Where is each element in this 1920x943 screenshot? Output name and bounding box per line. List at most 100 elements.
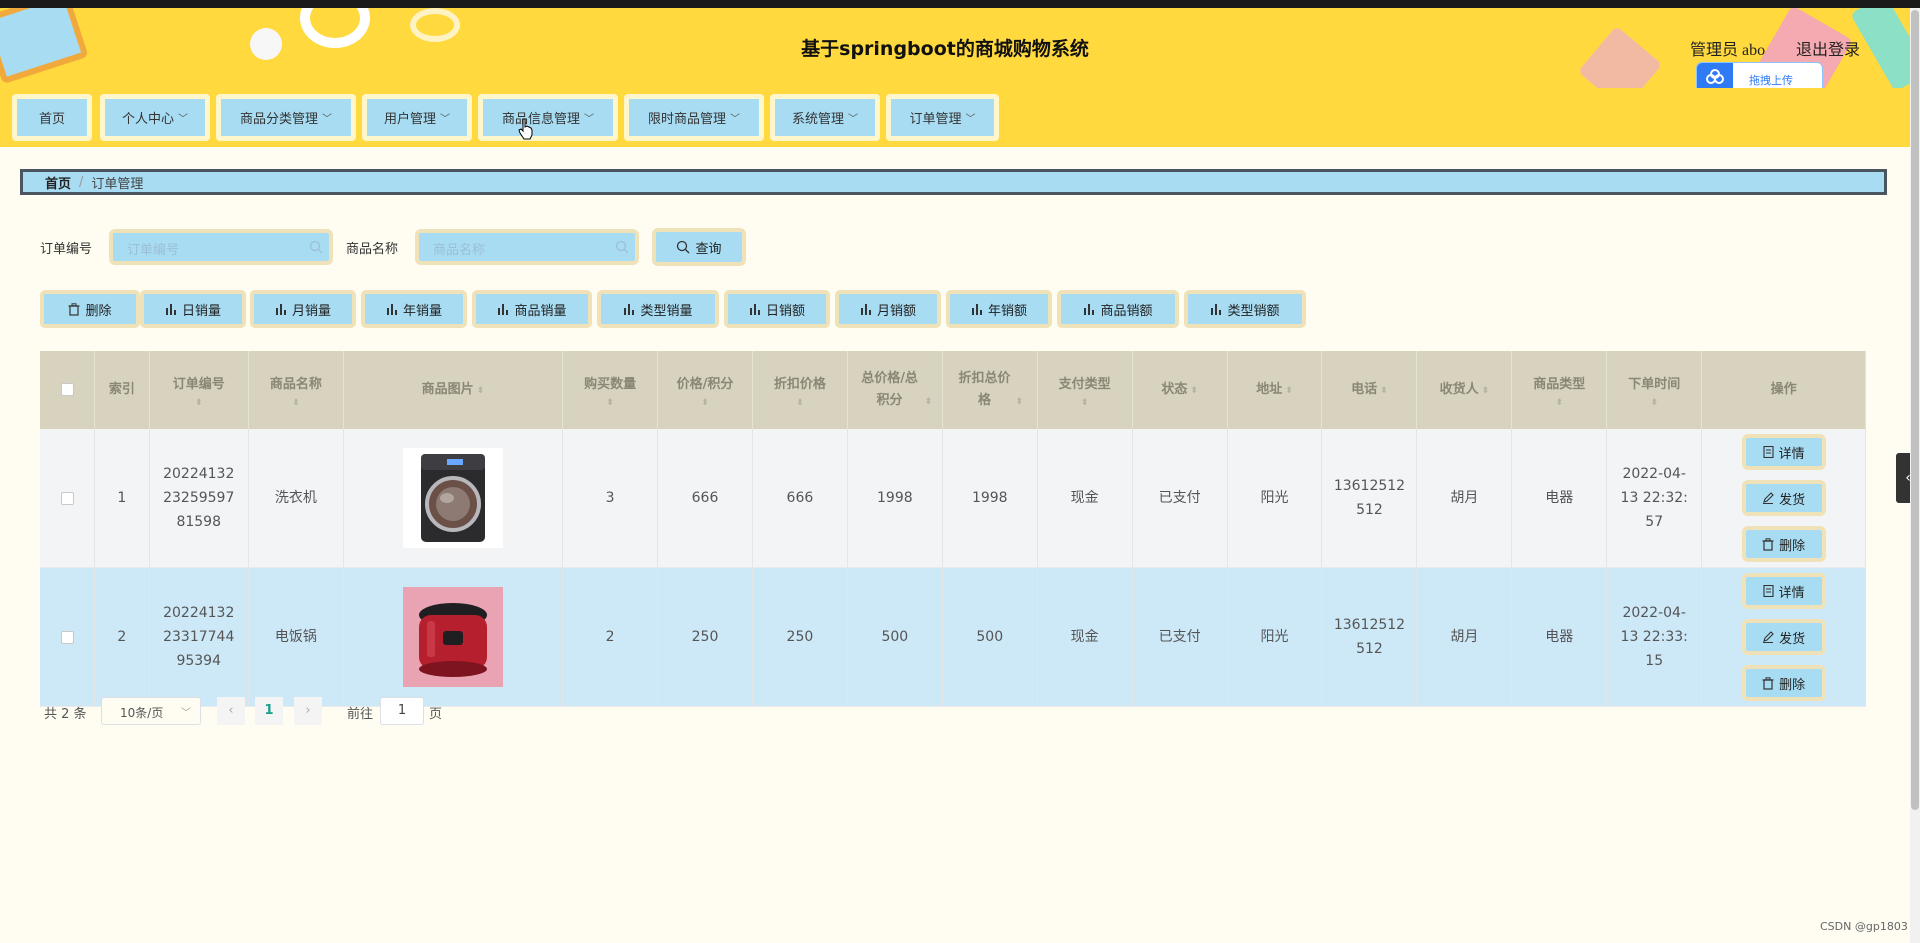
sort-icon[interactable]: ⬍ (563, 398, 657, 408)
cell-time: 2022-04- 13 22:32: 57 (1606, 429, 1703, 568)
time-line: 15 (1645, 653, 1664, 669)
col-discount-total[interactable]: 折扣总价格 ⬍ (942, 351, 1038, 429)
product-name-input[interactable]: 商品名称 (415, 229, 639, 265)
col-address[interactable]: 地址 ⬍ (1227, 351, 1323, 429)
sort-icon[interactable]: ⬍ (150, 398, 248, 408)
col-total[interactable]: 总价格/总积分 ⬍ (847, 351, 943, 429)
page-number[interactable]: 1 (255, 697, 283, 725)
nav-system-management[interactable]: 系统管理 ﹀ (770, 94, 880, 141)
order-no-placeholder: 订单编号 (127, 243, 180, 258)
header-banner: 基于springboot的商城购物系统 管理员 abo 退出登录 拖拽上传 (0, 8, 1910, 88)
product-revenue-button[interactable]: 商品销额 (1057, 290, 1179, 328)
cell-qty: 3 (562, 429, 659, 568)
prev-page-button[interactable]: ‹ (217, 697, 245, 725)
scrollbar-thumb[interactable] (1911, 10, 1919, 810)
sort-icon[interactable]: ⬍ (1512, 398, 1606, 408)
document-icon (1763, 446, 1774, 458)
main-nav: 首页 个人中心 ﹀ 商品分类管理 ﹀ 用户管理 ﹀ 商品信息管理 ﹀ 限时商品管理 ﹀ 系… (0, 88, 1910, 147)
row-checkbox[interactable] (60, 630, 74, 644)
next-page-button[interactable]: › (294, 697, 322, 725)
trash-icon (68, 302, 80, 316)
rice-cooker-image[interactable] (402, 587, 503, 687)
table-row[interactable]: 1 20224132 23259597 81598 洗衣机 3 666 666 … (40, 429, 1866, 568)
nav-flash-sale-management[interactable]: 限时商品管理 ﹀ (624, 94, 764, 141)
select-all-checkbox[interactable] (60, 383, 74, 396)
col-image[interactable]: 商品图片 ⬍ (343, 351, 564, 429)
drag-upload-widget[interactable]: 拖拽上传 (1696, 62, 1823, 88)
order-no-line: 20224132 (163, 466, 235, 482)
sort-icon[interactable]: ⬍ (477, 386, 485, 396)
cell-image (343, 429, 564, 568)
col-pay-type[interactable]: 支付类型 ⬍ (1037, 351, 1133, 429)
category-sales-qty-button[interactable]: 类型销量 (597, 290, 719, 328)
sort-icon[interactable]: ⬍ (925, 397, 933, 407)
sort-icon[interactable]: ⬍ (1482, 386, 1490, 396)
page-size-select[interactable]: 10条/页 ﹀ (101, 697, 201, 725)
nav-home[interactable]: 首页 (12, 94, 92, 141)
nav-category-management[interactable]: 商品分类管理 ﹀ (216, 94, 356, 141)
header-label: 购买数量 (584, 377, 637, 392)
batch-delete-button[interactable]: 删除 (40, 290, 140, 328)
daily-revenue-button[interactable]: 日销额 (724, 290, 830, 328)
header-label: 操作 (1770, 382, 1797, 397)
row-delete-button[interactable]: 删除 (1741, 526, 1826, 562)
row-delete-button[interactable]: 删除 (1741, 665, 1826, 701)
ship-button[interactable]: 发货 (1741, 480, 1826, 516)
col-receiver[interactable]: 收货人 ⬍ (1416, 351, 1513, 429)
daily-sales-qty-button[interactable]: 日销量 (140, 290, 246, 328)
row-select-cell (40, 429, 96, 568)
yearly-revenue-button[interactable]: 年销额 (946, 290, 1052, 328)
detail-button[interactable]: 详情 (1741, 434, 1826, 470)
total-count: 共 2 条 (44, 707, 87, 722)
col-status[interactable]: 状态 ⬍ (1132, 351, 1228, 429)
product-sales-qty-button[interactable]: 商品销量 (472, 290, 592, 328)
col-index: 索引 (94, 351, 150, 429)
sort-icon[interactable]: ⬍ (753, 398, 847, 408)
cell-phone: 13612512 512 (1321, 429, 1418, 568)
sort-icon[interactable]: ⬍ (1038, 398, 1132, 408)
col-qty[interactable]: 购买数量 ⬍ (562, 351, 659, 429)
goto-page-input[interactable]: 1 (380, 697, 424, 725)
nav-user-management[interactable]: 用户管理 ﹀ (362, 94, 472, 141)
sort-icon[interactable]: ⬍ (1380, 386, 1388, 396)
nav-label: 首页 (38, 112, 65, 127)
time-line: 2022-04- (1622, 605, 1686, 621)
col-price[interactable]: 价格/积分 ⬍ (657, 351, 753, 429)
sort-icon[interactable]: ⬍ (1015, 397, 1023, 407)
breadcrumb-home[interactable]: 首页 (45, 173, 71, 192)
yearly-sales-qty-button[interactable]: 年销量 (361, 290, 467, 328)
chevron-down-icon: ﹀ (322, 114, 332, 125)
nav-product-info-management[interactable]: 商品信息管理 ﹀ (478, 94, 618, 141)
query-button[interactable]: 查询 (652, 228, 746, 266)
col-order-no[interactable]: 订单编号 ⬍ (149, 351, 249, 429)
table-row[interactable]: 2 20224132 23317744 95394 电饭锅 2 250 250 (40, 567, 1866, 707)
cell-total: 500 (847, 567, 943, 707)
sort-icon[interactable]: ⬍ (1607, 398, 1701, 408)
nav-personal-center[interactable]: 个人中心 ﹀ (100, 94, 210, 141)
monthly-sales-qty-button[interactable]: 月销量 (250, 290, 356, 328)
logout-link[interactable]: 退出登录 (1796, 36, 1860, 60)
order-no-input[interactable]: 订单编号 (109, 229, 333, 265)
sort-icon[interactable]: ⬍ (249, 398, 343, 408)
col-phone[interactable]: 电话 ⬍ (1321, 351, 1418, 429)
col-discount-price[interactable]: 折扣价格 ⬍ (752, 351, 848, 429)
product-name-placeholder: 商品名称 (433, 243, 486, 258)
washing-machine-image[interactable] (402, 448, 503, 548)
bar-chart-icon (1084, 304, 1095, 315)
action-label: 发货 (1779, 631, 1806, 647)
chevron-down-icon: ﹀ (730, 114, 740, 125)
ship-button[interactable]: 发货 (1741, 619, 1826, 655)
action-label: 详情 (1778, 446, 1805, 462)
sort-icon[interactable]: ⬍ (658, 398, 752, 408)
monthly-revenue-button[interactable]: 月销额 (835, 290, 941, 328)
col-product[interactable]: 商品名称 ⬍ (248, 351, 344, 429)
detail-button[interactable]: 详情 (1741, 573, 1826, 609)
col-time[interactable]: 下单时间 ⬍ (1606, 351, 1703, 429)
category-revenue-button[interactable]: 类型销额 (1184, 290, 1306, 328)
sort-icon[interactable]: ⬍ (1285, 386, 1293, 396)
breadcrumb-separator: / (79, 174, 84, 190)
col-category[interactable]: 商品类型 ⬍ (1511, 351, 1608, 429)
row-checkbox[interactable] (60, 491, 74, 505)
nav-order-management[interactable]: 订单管理 ﹀ (886, 94, 999, 141)
sort-icon[interactable]: ⬍ (1190, 386, 1198, 396)
